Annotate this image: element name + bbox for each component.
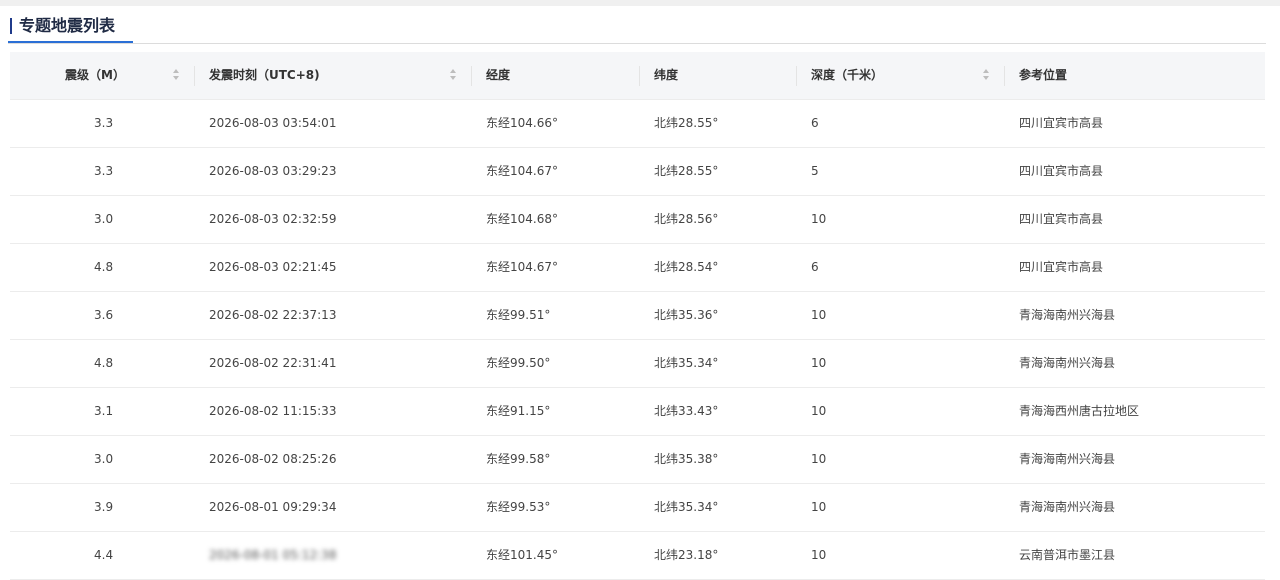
time-cell: 2026-08-03 03:29:23 (195, 147, 472, 196)
time-cell: 2026-08-02 22:31:41 (195, 339, 472, 388)
table-header-row: 震级（M） 发震时刻（UTC+8) 经度 纬度 深度（千米） 参考位置 (10, 52, 1265, 100)
time-cell: 2026-08-02 11:15:33 (195, 387, 472, 436)
magnitude-cell: 4.4 (10, 531, 195, 580)
location-cell: 四川宜宾市高县 (1005, 99, 1265, 148)
longitude-cell: 东经99.50° (472, 339, 640, 388)
time-cell: 2026-08-01 05:12:38 (195, 531, 472, 580)
table-row[interactable]: 3.0 2026-08-02 08:25:26 东经99.58° 北纬35.38… (10, 435, 1265, 484)
table-row[interactable]: 3.3 2026-08-03 03:29:23 东经104.67° 北纬28.5… (10, 147, 1265, 196)
column-header-depth[interactable]: 深度（千米） (797, 52, 1005, 100)
table-row[interactable]: 3.1 2026-08-02 11:15:33 东经91.15° 北纬33.43… (10, 387, 1265, 436)
magnitude-cell: 4.8 (10, 243, 195, 292)
table-row[interactable]: 3.0 2026-08-03 02:32:59 东经104.68° 北纬28.5… (10, 195, 1265, 244)
latitude-cell: 北纬35.38° (640, 435, 797, 484)
time-cell: 2026-08-03 02:21:45 (195, 243, 472, 292)
location-cell: 四川宜宾市高县 (1005, 195, 1265, 244)
longitude-cell: 东经104.67° (472, 243, 640, 292)
magnitude-cell: 3.6 (10, 291, 195, 340)
depth-cell: 10 (797, 531, 1005, 580)
depth-cell: 6 (797, 243, 1005, 292)
latitude-cell: 北纬28.54° (640, 243, 797, 292)
depth-cell: 10 (797, 387, 1005, 436)
latitude-cell: 北纬35.36° (640, 291, 797, 340)
earthquake-table-container: 震级（M） 发震时刻（UTC+8) 经度 纬度 深度（千米） 参考位置 3.3 … (10, 52, 1265, 580)
column-header-location: 参考位置 (1005, 52, 1265, 100)
latitude-cell: 北纬28.55° (640, 147, 797, 196)
longitude-cell: 东经99.51° (472, 291, 640, 340)
location-cell: 青海海南州兴海县 (1005, 339, 1265, 388)
magnitude-cell: 3.3 (10, 147, 195, 196)
table-row[interactable]: 3.3 2026-08-03 03:54:01 东经104.66° 北纬28.5… (10, 99, 1265, 148)
depth-cell: 10 (797, 195, 1005, 244)
longitude-cell: 东经104.68° (472, 195, 640, 244)
latitude-cell: 北纬35.34° (640, 483, 797, 532)
table-row[interactable]: 4.8 2026-08-03 02:21:45 东经104.67° 北纬28.5… (10, 243, 1265, 292)
time-cell: 2026-08-02 08:25:26 (195, 435, 472, 484)
time-cell: 2026-08-01 09:29:34 (195, 483, 472, 532)
magnitude-cell: 4.8 (10, 339, 195, 388)
table-row[interactable]: 3.6 2026-08-02 22:37:13 东经99.51° 北纬35.36… (10, 291, 1265, 340)
location-cell: 青海海西州唐古拉地区 (1005, 387, 1265, 436)
column-header-time[interactable]: 发震时刻（UTC+8) (195, 52, 472, 100)
table-row[interactable]: 4.8 2026-08-02 22:31:41 东经99.50° 北纬35.34… (10, 339, 1265, 388)
location-cell: 青海海南州兴海县 (1005, 483, 1265, 532)
magnitude-cell: 3.9 (10, 483, 195, 532)
longitude-cell: 东经99.58° (472, 435, 640, 484)
column-header-latitude: 纬度 (640, 52, 797, 100)
depth-cell: 6 (797, 99, 1005, 148)
magnitude-cell: 3.1 (10, 387, 195, 436)
depth-cell: 10 (797, 483, 1005, 532)
location-cell: 青海海南州兴海县 (1005, 291, 1265, 340)
location-cell: 四川宜宾市高县 (1005, 147, 1265, 196)
longitude-cell: 东经101.45° (472, 531, 640, 580)
depth-cell: 5 (797, 147, 1005, 196)
longitude-cell: 东经104.66° (472, 99, 640, 148)
sort-icon[interactable] (172, 68, 180, 82)
top-strip (0, 0, 1280, 6)
table-row[interactable]: 4.4 2026-08-01 05:12:38 东经101.45° 北纬23.1… (10, 531, 1265, 580)
time-cell: 2026-08-03 03:54:01 (195, 99, 472, 148)
location-cell: 青海海南州兴海县 (1005, 435, 1265, 484)
depth-cell: 10 (797, 291, 1005, 340)
depth-cell: 10 (797, 435, 1005, 484)
sort-icon[interactable] (982, 68, 990, 82)
time-cell: 2026-08-02 22:37:13 (195, 291, 472, 340)
section-header: 专题地震列表 (8, 13, 1266, 44)
table-row[interactable]: 3.9 2026-08-01 09:29:34 东经99.53° 北纬35.34… (10, 483, 1265, 532)
location-cell: 四川宜宾市高县 (1005, 243, 1265, 292)
magnitude-cell: 3.0 (10, 195, 195, 244)
column-header-longitude: 经度 (472, 52, 640, 100)
depth-cell: 10 (797, 339, 1005, 388)
magnitude-cell: 3.3 (10, 99, 195, 148)
sort-icon[interactable] (449, 68, 457, 82)
earthquake-table: 震级（M） 发震时刻（UTC+8) 经度 纬度 深度（千米） 参考位置 3.3 … (10, 52, 1265, 580)
magnitude-cell: 3.0 (10, 435, 195, 484)
latitude-cell: 北纬35.34° (640, 339, 797, 388)
longitude-cell: 东经91.15° (472, 387, 640, 436)
column-header-magnitude[interactable]: 震级（M） (10, 52, 195, 100)
section-title: 专题地震列表 (8, 13, 134, 43)
latitude-cell: 北纬28.55° (640, 99, 797, 148)
latitude-cell: 北纬28.56° (640, 195, 797, 244)
latitude-cell: 北纬33.43° (640, 387, 797, 436)
location-cell: 云南普洱市墨江县 (1005, 531, 1265, 580)
longitude-cell: 东经99.53° (472, 483, 640, 532)
time-cell: 2026-08-03 02:32:59 (195, 195, 472, 244)
latitude-cell: 北纬23.18° (640, 531, 797, 580)
longitude-cell: 东经104.67° (472, 147, 640, 196)
